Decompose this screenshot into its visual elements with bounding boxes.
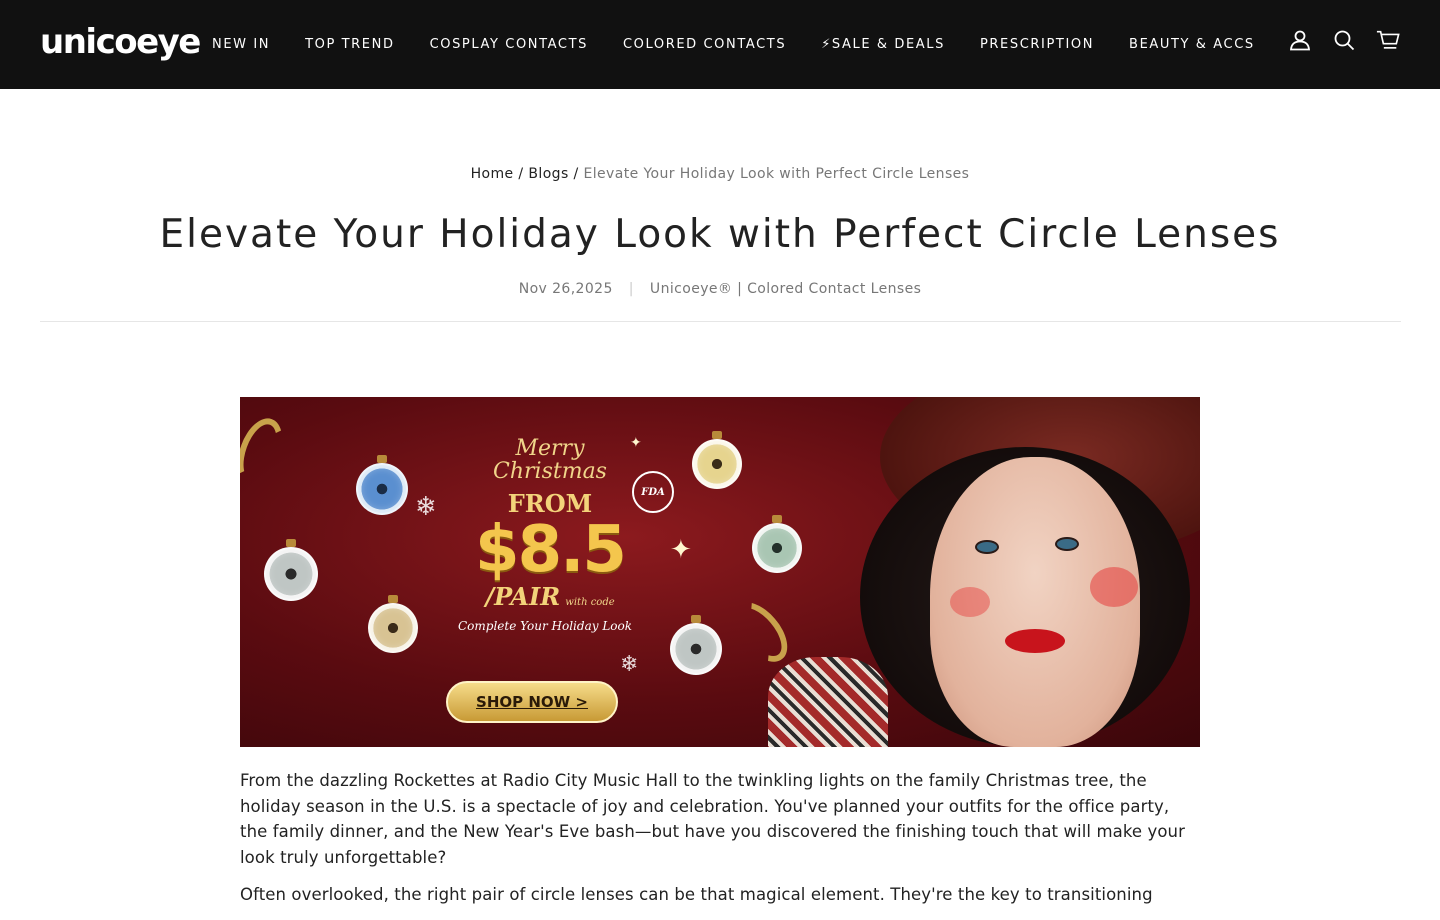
model-blush xyxy=(950,587,990,617)
article-author: Unicoeye® | Colored Contact Lenses xyxy=(649,281,922,297)
breadcrumb-current: Elevate Your Holiday Look with Perfect C… xyxy=(583,166,970,182)
model-eye xyxy=(1055,537,1079,551)
model-eye xyxy=(975,540,999,554)
nav-item-beauty-accs[interactable]: BEAUTY & ACCS xyxy=(1129,37,1255,52)
nav-item-cosplay-contacts[interactable]: COSPLAY CONTACTS xyxy=(430,37,588,52)
nav-item-colored-contacts[interactable]: COLORED CONTACTS xyxy=(623,37,786,52)
model-lips xyxy=(1005,629,1065,653)
search-icon[interactable] xyxy=(1332,28,1356,52)
divider xyxy=(40,321,1401,322)
breadcrumb-blogs[interactable]: Blogs xyxy=(528,166,568,182)
lens-ornament xyxy=(692,431,742,489)
plaid-gift xyxy=(768,657,888,747)
article-paragraph: From the dazzling Rockettes at Radio Cit… xyxy=(240,771,1185,867)
nav-item-prescription[interactable]: PRESCRIPTION xyxy=(980,37,1094,52)
article-meta: Nov 26,2025 | Unicoeye® | Colored Contact … xyxy=(0,281,1440,297)
ribbon-decoration xyxy=(240,412,291,492)
snowflake-icon: ❄ xyxy=(620,652,639,677)
cart-icon[interactable] xyxy=(1376,28,1400,52)
shop-now-button[interactable]: SHOP NOW > xyxy=(446,681,618,723)
promo-text: Merry Christmas FROM $8.5 /PAIR with cod… xyxy=(430,437,670,611)
main-nav: NEW IN TOP TREND COSPLAY CONTACTS COLORE… xyxy=(212,0,1290,89)
promo-with-code: with code xyxy=(565,597,615,609)
meta-separator: | xyxy=(628,281,634,297)
promo-pair: /PAIR xyxy=(485,582,561,612)
article-date: Nov 26,2025 xyxy=(518,281,613,297)
breadcrumb-separator: / xyxy=(568,166,584,182)
model-blush xyxy=(1090,567,1138,607)
sparkle-icon: ✦ xyxy=(670,535,692,565)
holiday-banner[interactable]: ❄ ❄ ✦ ✦ Merry Christmas FROM $8.5 /PAIR … xyxy=(240,397,1200,747)
promo-merry: Merry xyxy=(515,436,585,461)
lens-ornament xyxy=(670,615,722,675)
lens-ornament xyxy=(264,539,318,601)
ribbon-decoration xyxy=(722,592,798,672)
lens-ornament xyxy=(356,455,408,515)
lens-ornament xyxy=(752,515,802,573)
article-paragraph: Often overlooked, the right pair of circ… xyxy=(240,885,1153,904)
nav-item-top-trend[interactable]: TOP TREND xyxy=(305,37,394,52)
header-icons xyxy=(1288,28,1400,52)
promo-tagline: Complete Your Holiday Look xyxy=(458,619,633,633)
nav-item-new-in[interactable]: NEW IN xyxy=(212,37,270,52)
promo-christmas: Christmas xyxy=(493,459,607,485)
fda-approved-badge: FDA xyxy=(632,471,674,513)
breadcrumb-separator: / xyxy=(513,166,529,182)
breadcrumb-home[interactable]: Home xyxy=(471,166,514,182)
account-icon[interactable] xyxy=(1288,28,1312,52)
site-header: unicoeye NEW IN TOP TREND COSPLAY CONTAC… xyxy=(0,0,1440,89)
article-body: From the dazzling Rockettes at Radio Cit… xyxy=(240,768,1200,920)
page-title: Elevate Your Holiday Look with Perfect C… xyxy=(159,212,1281,257)
logo[interactable]: unicoeye xyxy=(40,22,201,62)
logo-text: unicoeye xyxy=(40,22,201,62)
nav-item-sale-deals[interactable]: ⚡SALE & DEALS xyxy=(821,37,945,52)
lens-ornament xyxy=(368,595,418,653)
breadcrumb: Home / Blogs / Elevate Your Holiday Look… xyxy=(0,166,1440,182)
promo-price: $8.5 xyxy=(475,513,627,588)
